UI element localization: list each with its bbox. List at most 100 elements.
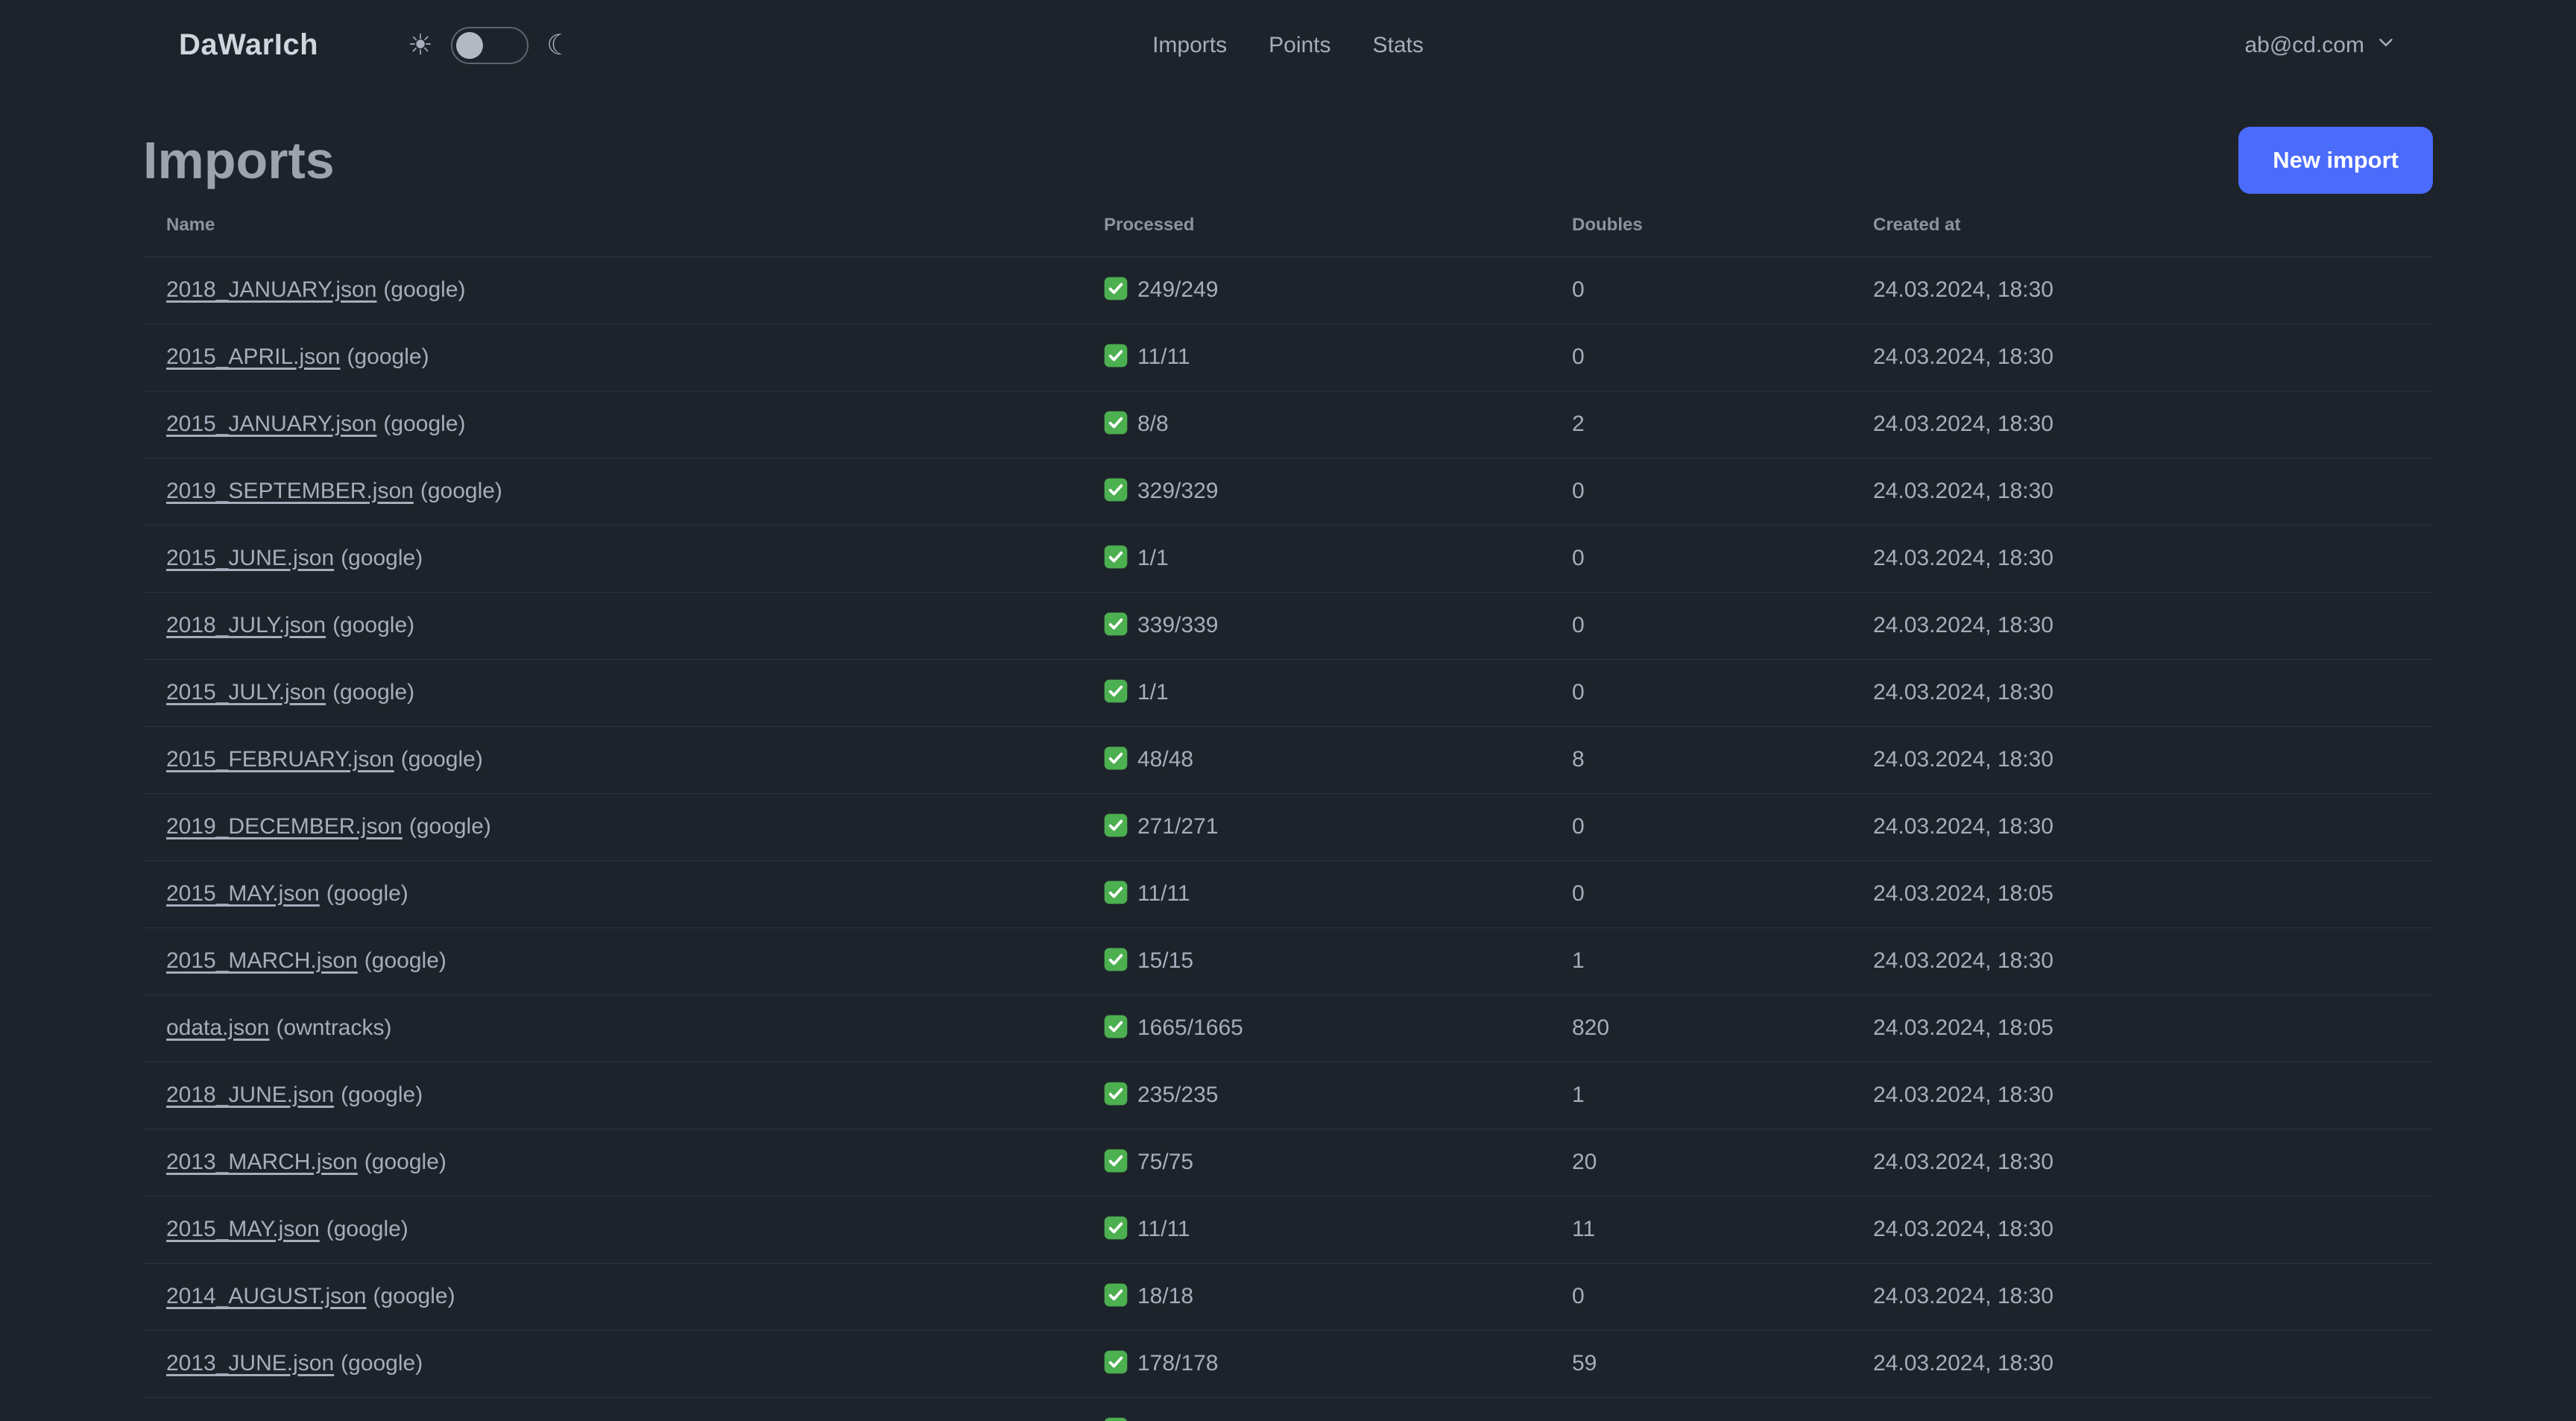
nav-link-imports[interactable]: Imports — [1152, 33, 1227, 58]
import-file-link[interactable]: 2015_APRIL.json — [166, 344, 341, 369]
name-cell: 2013_MARCH.json (google) — [143, 1129, 1081, 1197]
import-file-link[interactable]: 2015_JUNE.json — [166, 546, 334, 570]
created-at-cell: 24.03.2024, 18:05 — [1850, 860, 2433, 928]
column-header-doubles: Doubles — [1549, 194, 1850, 257]
navbar: DaWarIch ☀ ☾ Imports Points Stats ab@cd.… — [0, 0, 2576, 90]
table-row: 2018_JULY.json (google) 339/339 0 24.03.2… — [143, 592, 2433, 660]
name-cell: 2015_JANUARY.json (google) — [143, 391, 1081, 459]
import-source: (google) — [408, 814, 491, 839]
doubles-cell: 0 — [1549, 256, 1850, 324]
column-header-processed: Processed — [1081, 194, 1549, 257]
imports-table-head: Name Processed Doubles Created at — [143, 194, 2433, 257]
doubles-cell: 0 — [1549, 1263, 1850, 1331]
check-icon — [1104, 813, 1128, 837]
import-file-link[interactable]: 2019_SEPTEMBER.json — [166, 479, 414, 503]
name-cell: 2015_MAY.json (google) — [143, 1196, 1081, 1264]
name-cell: 2015_JUNE.json (google) — [143, 525, 1081, 593]
table-row: 2015_JULY.json (google) 1/1 0 24.03.2024,… — [143, 659, 2433, 727]
processed-count: 339/339 — [1137, 613, 1219, 638]
check-icon — [1104, 545, 1128, 569]
processed-cell: 15/15 — [1081, 927, 1549, 995]
processed-count: 1/1 — [1137, 546, 1169, 571]
import-source: (google) — [400, 747, 483, 772]
doubles-cell: 11 — [1549, 1196, 1850, 1264]
import-source: (google) — [341, 1351, 423, 1376]
import-file-link[interactable]: 2014_AUGUST.json — [166, 1284, 366, 1308]
processed-cell: 1665/1665 — [1081, 995, 1549, 1062]
name-cell: 2013_JUNE.json (google) — [143, 1330, 1081, 1398]
processed-cell: 8/8 — [1081, 391, 1549, 459]
import-file-link[interactable]: 2019_DECEMBER.json — [166, 814, 402, 839]
import-file-link[interactable]: 2015_JULY.json — [166, 680, 326, 705]
table-row: 2018_JANUARY.json (google) 249/249 0 24.0… — [143, 256, 2433, 324]
imports-table: Name Processed Doubles Created at 2018_J… — [143, 194, 2433, 1421]
table-row: 2015_MAY.json (google) 11/11 11 24.03.202… — [143, 1196, 2433, 1264]
theme-switch-knob — [456, 31, 484, 59]
processed-cell: 75/75 — [1081, 1129, 1549, 1197]
check-icon — [1104, 948, 1128, 971]
doubles-cell: 820 — [1549, 995, 1850, 1062]
created-at-cell: 24.03.2024, 18:30 — [1850, 793, 2433, 861]
table-row: 2015_APRIL.json (google) 11/11 0 24.03.20… — [143, 324, 2433, 391]
check-icon — [1104, 1216, 1128, 1240]
doubles-cell: 20 — [1549, 1129, 1850, 1197]
check-icon — [1104, 746, 1128, 770]
import-file-link[interactable]: odata.json — [166, 1015, 269, 1040]
chevron-down-icon — [2375, 31, 2397, 60]
check-icon — [1104, 612, 1128, 636]
check-icon — [1104, 344, 1128, 368]
import-file-link[interactable]: 2015_MAY.json — [166, 881, 320, 906]
import-file-link[interactable]: 2015_MAY.json — [166, 1217, 320, 1241]
import-file-link[interactable]: 2018_JANUARY.json — [166, 277, 376, 302]
table-row: 2015_MARCH.json (google) 15/15 1 24.03.20… — [143, 927, 2433, 995]
created-at-cell: 24.03.2024, 18:30 — [1850, 726, 2433, 794]
created-at-cell: 24.03.2024, 18:30 — [1850, 659, 2433, 727]
import-source: (owntracks) — [276, 1015, 392, 1040]
new-import-button[interactable]: New import — [2238, 127, 2433, 194]
processed-cell: 249/249 — [1081, 256, 1549, 324]
name-cell: 2014_AUGUST.json (google) — [143, 1263, 1081, 1331]
name-cell: 2015_FEBRUARY.json (google) — [143, 726, 1081, 794]
nav-link-points[interactable]: Points — [1269, 33, 1330, 58]
processed-count: 329/329 — [1137, 479, 1219, 504]
name-cell: odata.json (owntracks) — [143, 995, 1081, 1062]
processed-cell: 1/1 — [1081, 525, 1549, 593]
theme-switch[interactable] — [451, 26, 529, 64]
name-cell: 2015_JULY.json (google) — [143, 659, 1081, 727]
created-at-cell: 24.03.2024, 18:30 — [1850, 525, 2433, 593]
theme-toggle: ☀ ☾ — [408, 26, 572, 64]
doubles-cell: 1 — [1549, 927, 1850, 995]
import-file-link[interactable]: 2015_MARCH.json — [166, 948, 358, 973]
table-row: 2014_AUGUST.json (google) 18/18 0 24.03.2… — [143, 1263, 2433, 1331]
check-icon — [1104, 880, 1128, 904]
main-nav: Imports Points Stats — [1152, 33, 1424, 58]
doubles-cell: 0 — [1549, 793, 1850, 861]
processed-cell: 271/271 — [1081, 793, 1549, 861]
import-source: (google) — [326, 1217, 408, 1241]
import-source: (google) — [332, 613, 415, 637]
import-file-link[interactable]: 2018_JUNE.json — [166, 1083, 334, 1107]
name-cell: 2015_MARCH.json (google) — [143, 927, 1081, 995]
import-file-link[interactable]: 2018_JULY.json — [166, 613, 326, 637]
processed-cell: 1/1 — [1081, 659, 1549, 727]
doubles-cell: 0 — [1549, 324, 1850, 391]
name-cell: 2018_JULY.json (google) — [143, 592, 1081, 660]
processed-cell: 11/11 — [1081, 324, 1549, 391]
import-file-link[interactable]: 2013_MARCH.json — [166, 1150, 358, 1174]
import-file-link[interactable]: 2015_JANUARY.json — [166, 412, 376, 436]
import-source: (google) — [341, 1083, 423, 1107]
brand[interactable]: DaWarIch — [179, 28, 318, 62]
processed-count: 15/15 — [1137, 948, 1194, 974]
doubles-cell: 2 — [1549, 391, 1850, 459]
user-menu[interactable]: ab@cd.com — [2244, 31, 2397, 60]
doubles-cell: 0 — [1549, 525, 1850, 593]
table-row: 2013_JUNE.json (google) 178/178 59 24.03.… — [143, 1330, 2433, 1398]
nav-link-stats[interactable]: Stats — [1373, 33, 1424, 58]
processed-count: 1/1 — [1137, 680, 1169, 705]
import-file-link[interactable]: 2013_JUNE.json — [166, 1351, 334, 1376]
processed-count: 75/75 — [1137, 1150, 1194, 1175]
doubles-cell: 0 — [1549, 458, 1850, 526]
name-cell: 2018_JUNE.json (google) — [143, 1062, 1081, 1129]
import-file-link[interactable]: 2015_FEBRUARY.json — [166, 747, 394, 772]
created-at-cell: 24.03.2024, 18:30 — [1850, 1263, 2433, 1331]
